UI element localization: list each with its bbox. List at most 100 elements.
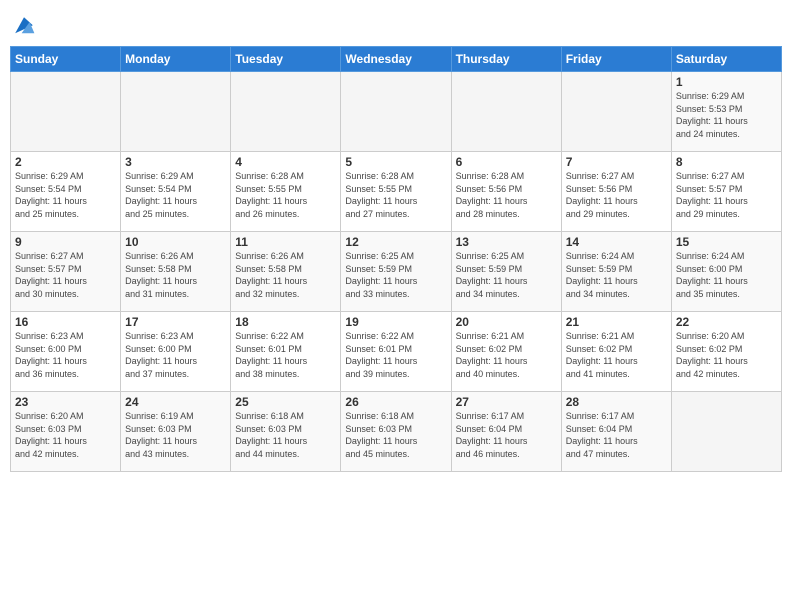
week-row-4: 16Sunrise: 6:23 AM Sunset: 6:00 PM Dayli… (11, 312, 782, 392)
day-info: Sunrise: 6:26 AM Sunset: 5:58 PM Dayligh… (125, 250, 226, 300)
weekday-header-friday: Friday (561, 47, 671, 72)
day-info: Sunrise: 6:27 AM Sunset: 5:56 PM Dayligh… (566, 170, 667, 220)
week-row-2: 2Sunrise: 6:29 AM Sunset: 5:54 PM Daylig… (11, 152, 782, 232)
calendar-cell: 24Sunrise: 6:19 AM Sunset: 6:03 PM Dayli… (121, 392, 231, 472)
day-info: Sunrise: 6:24 AM Sunset: 5:59 PM Dayligh… (566, 250, 667, 300)
day-info: Sunrise: 6:28 AM Sunset: 5:56 PM Dayligh… (456, 170, 557, 220)
calendar-cell: 10Sunrise: 6:26 AM Sunset: 5:58 PM Dayli… (121, 232, 231, 312)
day-number: 15 (676, 235, 777, 249)
day-number: 24 (125, 395, 226, 409)
day-number: 22 (676, 315, 777, 329)
day-info: Sunrise: 6:29 AM Sunset: 5:54 PM Dayligh… (15, 170, 116, 220)
day-info: Sunrise: 6:17 AM Sunset: 6:04 PM Dayligh… (566, 410, 667, 460)
weekday-header-saturday: Saturday (671, 47, 781, 72)
day-number: 18 (235, 315, 336, 329)
calendar-cell: 6Sunrise: 6:28 AM Sunset: 5:56 PM Daylig… (451, 152, 561, 232)
calendar-cell: 11Sunrise: 6:26 AM Sunset: 5:58 PM Dayli… (231, 232, 341, 312)
calendar-cell: 20Sunrise: 6:21 AM Sunset: 6:02 PM Dayli… (451, 312, 561, 392)
calendar-cell: 16Sunrise: 6:23 AM Sunset: 6:00 PM Dayli… (11, 312, 121, 392)
week-row-1: 1Sunrise: 6:29 AM Sunset: 5:53 PM Daylig… (11, 72, 782, 152)
calendar-cell: 17Sunrise: 6:23 AM Sunset: 6:00 PM Dayli… (121, 312, 231, 392)
day-number: 4 (235, 155, 336, 169)
day-info: Sunrise: 6:29 AM Sunset: 5:54 PM Dayligh… (125, 170, 226, 220)
day-number: 9 (15, 235, 116, 249)
day-info: Sunrise: 6:28 AM Sunset: 5:55 PM Dayligh… (235, 170, 336, 220)
weekday-header-wednesday: Wednesday (341, 47, 451, 72)
calendar-cell: 1Sunrise: 6:29 AM Sunset: 5:53 PM Daylig… (671, 72, 781, 152)
calendar-cell: 18Sunrise: 6:22 AM Sunset: 6:01 PM Dayli… (231, 312, 341, 392)
day-number: 7 (566, 155, 667, 169)
calendar-cell (11, 72, 121, 152)
day-number: 13 (456, 235, 557, 249)
day-info: Sunrise: 6:18 AM Sunset: 6:03 PM Dayligh… (235, 410, 336, 460)
day-number: 1 (676, 75, 777, 89)
weekday-header-monday: Monday (121, 47, 231, 72)
day-number: 3 (125, 155, 226, 169)
day-number: 23 (15, 395, 116, 409)
logo-icon (12, 14, 36, 38)
calendar-cell: 15Sunrise: 6:24 AM Sunset: 6:00 PM Dayli… (671, 232, 781, 312)
day-info: Sunrise: 6:21 AM Sunset: 6:02 PM Dayligh… (566, 330, 667, 380)
calendar-cell: 3Sunrise: 6:29 AM Sunset: 5:54 PM Daylig… (121, 152, 231, 232)
day-info: Sunrise: 6:21 AM Sunset: 6:02 PM Dayligh… (456, 330, 557, 380)
day-number: 17 (125, 315, 226, 329)
day-info: Sunrise: 6:24 AM Sunset: 6:00 PM Dayligh… (676, 250, 777, 300)
day-number: 27 (456, 395, 557, 409)
day-info: Sunrise: 6:20 AM Sunset: 6:02 PM Dayligh… (676, 330, 777, 380)
day-info: Sunrise: 6:19 AM Sunset: 6:03 PM Dayligh… (125, 410, 226, 460)
day-number: 21 (566, 315, 667, 329)
day-info: Sunrise: 6:25 AM Sunset: 5:59 PM Dayligh… (456, 250, 557, 300)
calendar-cell: 19Sunrise: 6:22 AM Sunset: 6:01 PM Dayli… (341, 312, 451, 392)
calendar-cell: 5Sunrise: 6:28 AM Sunset: 5:55 PM Daylig… (341, 152, 451, 232)
calendar-cell: 7Sunrise: 6:27 AM Sunset: 5:56 PM Daylig… (561, 152, 671, 232)
day-info: Sunrise: 6:18 AM Sunset: 6:03 PM Dayligh… (345, 410, 446, 460)
calendar-cell: 13Sunrise: 6:25 AM Sunset: 5:59 PM Dayli… (451, 232, 561, 312)
day-info: Sunrise: 6:29 AM Sunset: 5:53 PM Dayligh… (676, 90, 777, 140)
calendar-cell (341, 72, 451, 152)
day-info: Sunrise: 6:17 AM Sunset: 6:04 PM Dayligh… (456, 410, 557, 460)
day-info: Sunrise: 6:26 AM Sunset: 5:58 PM Dayligh… (235, 250, 336, 300)
day-info: Sunrise: 6:27 AM Sunset: 5:57 PM Dayligh… (15, 250, 116, 300)
calendar-cell: 8Sunrise: 6:27 AM Sunset: 5:57 PM Daylig… (671, 152, 781, 232)
calendar-cell: 28Sunrise: 6:17 AM Sunset: 6:04 PM Dayli… (561, 392, 671, 472)
day-number: 2 (15, 155, 116, 169)
day-number: 20 (456, 315, 557, 329)
weekday-header-tuesday: Tuesday (231, 47, 341, 72)
logo-area (10, 10, 36, 38)
day-info: Sunrise: 6:22 AM Sunset: 6:01 PM Dayligh… (345, 330, 446, 380)
calendar-cell (231, 72, 341, 152)
day-number: 19 (345, 315, 446, 329)
day-info: Sunrise: 6:27 AM Sunset: 5:57 PM Dayligh… (676, 170, 777, 220)
header (10, 10, 782, 38)
calendar-cell (121, 72, 231, 152)
calendar-cell: 4Sunrise: 6:28 AM Sunset: 5:55 PM Daylig… (231, 152, 341, 232)
weekday-header-sunday: Sunday (11, 47, 121, 72)
day-number: 6 (456, 155, 557, 169)
weekday-header-thursday: Thursday (451, 47, 561, 72)
day-info: Sunrise: 6:23 AM Sunset: 6:00 PM Dayligh… (15, 330, 116, 380)
day-info: Sunrise: 6:23 AM Sunset: 6:00 PM Dayligh… (125, 330, 226, 380)
calendar-cell: 12Sunrise: 6:25 AM Sunset: 5:59 PM Dayli… (341, 232, 451, 312)
calendar-cell: 25Sunrise: 6:18 AM Sunset: 6:03 PM Dayli… (231, 392, 341, 472)
calendar-cell: 9Sunrise: 6:27 AM Sunset: 5:57 PM Daylig… (11, 232, 121, 312)
day-number: 5 (345, 155, 446, 169)
calendar-cell: 2Sunrise: 6:29 AM Sunset: 5:54 PM Daylig… (11, 152, 121, 232)
week-row-3: 9Sunrise: 6:27 AM Sunset: 5:57 PM Daylig… (11, 232, 782, 312)
day-number: 28 (566, 395, 667, 409)
day-number: 8 (676, 155, 777, 169)
day-number: 10 (125, 235, 226, 249)
calendar-cell (671, 392, 781, 472)
weekday-header-row: SundayMondayTuesdayWednesdayThursdayFrid… (11, 47, 782, 72)
calendar-cell: 23Sunrise: 6:20 AM Sunset: 6:03 PM Dayli… (11, 392, 121, 472)
week-row-5: 23Sunrise: 6:20 AM Sunset: 6:03 PM Dayli… (11, 392, 782, 472)
calendar-table: SundayMondayTuesdayWednesdayThursdayFrid… (10, 46, 782, 472)
day-number: 12 (345, 235, 446, 249)
calendar-cell (451, 72, 561, 152)
calendar-cell: 21Sunrise: 6:21 AM Sunset: 6:02 PM Dayli… (561, 312, 671, 392)
day-number: 25 (235, 395, 336, 409)
day-info: Sunrise: 6:20 AM Sunset: 6:03 PM Dayligh… (15, 410, 116, 460)
calendar-cell: 26Sunrise: 6:18 AM Sunset: 6:03 PM Dayli… (341, 392, 451, 472)
calendar-cell (561, 72, 671, 152)
calendar-cell: 22Sunrise: 6:20 AM Sunset: 6:02 PM Dayli… (671, 312, 781, 392)
day-info: Sunrise: 6:25 AM Sunset: 5:59 PM Dayligh… (345, 250, 446, 300)
